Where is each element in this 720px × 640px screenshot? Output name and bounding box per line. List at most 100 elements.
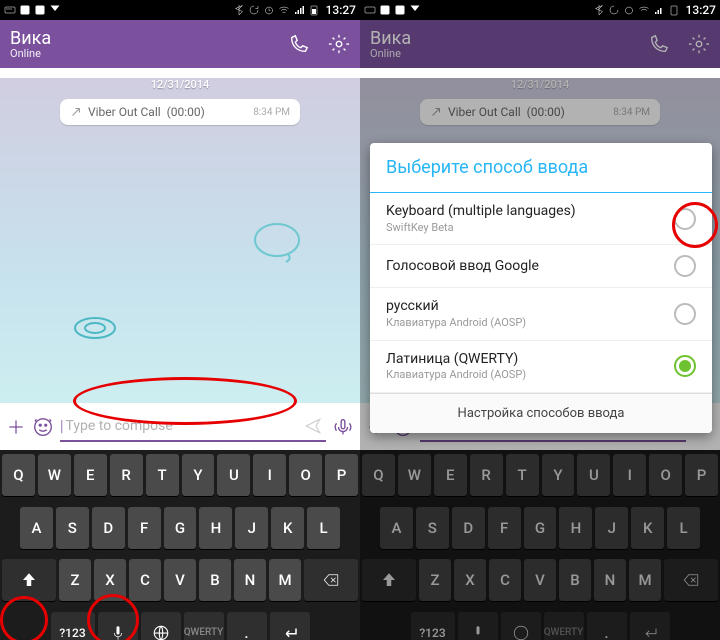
keyboard-indicator-icon <box>364 4 376 16</box>
radio-unselected-icon[interactable] <box>674 208 696 230</box>
key-j[interactable]: J <box>235 507 268 549</box>
soft-keyboard: QWERTYUIOP ASDFGHJKL ZXCVBNM ?123 QWERTY… <box>360 450 720 640</box>
key-w[interactable]: W <box>38 454 71 496</box>
sync-icon <box>248 4 260 16</box>
key-u[interactable]: U <box>217 454 250 496</box>
key-z[interactable]: Z <box>59 559 91 601</box>
date-separator: 12/31/2014 <box>0 78 360 91</box>
key-y: Y <box>542 454 575 496</box>
key-w: W <box>398 454 431 496</box>
input-method-option[interactable]: Латиница (QWERTY)Клавиатура Android (AOS… <box>370 341 712 393</box>
battery-icon <box>668 4 680 16</box>
call-event-label: Viber Out Call <box>88 105 161 119</box>
key-q: Q <box>362 454 395 496</box>
key-k[interactable]: K <box>271 507 304 549</box>
send-icon[interactable] <box>304 417 322 435</box>
radio-unselected-icon[interactable] <box>674 303 696 325</box>
key-a[interactable]: A <box>20 507 53 549</box>
keyboard-indicator-icon <box>4 4 16 16</box>
keyboard-row-3b: ZXCVBNM <box>362 559 718 601</box>
key-j: J <box>595 507 628 549</box>
key-d[interactable]: D <box>92 507 125 549</box>
globe-language-key <box>501 612 541 640</box>
keyboard-row-4: ?123 QWERTY . <box>2 612 358 640</box>
key-l[interactable]: L <box>307 507 340 549</box>
radio-selected-icon[interactable] <box>674 355 696 377</box>
shift-key[interactable] <box>2 559 56 601</box>
input-method-option[interactable]: русскийКлавиатура Android (AOSP) <box>370 288 712 340</box>
key-s[interactable]: S <box>56 507 89 549</box>
alarm-icon <box>623 4 635 16</box>
notification-icon <box>34 4 46 16</box>
battery-icon <box>308 4 320 16</box>
call-icon <box>648 33 670 55</box>
key-b[interactable]: B <box>199 559 231 601</box>
key-u: U <box>577 454 610 496</box>
backspace-key[interactable] <box>304 559 358 601</box>
keyboard-row-3: ZXCVBNM <box>2 559 358 601</box>
period-key[interactable]: . <box>227 612 267 640</box>
dialog-title: Выберите способ ввода <box>370 143 712 193</box>
key-r: R <box>470 454 503 496</box>
chat-area: 12/31/2014 Viber Out Call (00:00) 8:34 P… <box>0 78 360 403</box>
settings-gear-icon[interactable] <box>328 33 350 55</box>
spacebar-key: QWERTY <box>544 612 584 640</box>
settings-gear-icon <box>688 33 710 55</box>
enter-key[interactable] <box>270 612 310 640</box>
key-r[interactable]: R <box>110 454 143 496</box>
key-t[interactable]: T <box>146 454 179 496</box>
symbols-key[interactable]: ?123 <box>51 612 95 640</box>
chat-header: Вика Online <box>360 20 720 68</box>
enter-key <box>630 612 670 640</box>
key-h[interactable]: H <box>199 507 232 549</box>
call-event-bubble[interactable]: Viber Out Call (00:00) 8:34 PM <box>60 99 300 125</box>
key-p[interactable]: P <box>325 454 358 496</box>
keyboard-row-1: QWERTYUIOP <box>2 454 358 496</box>
key-v[interactable]: V <box>164 559 196 601</box>
radio-unselected-icon[interactable] <box>674 255 696 277</box>
key-f[interactable]: F <box>128 507 161 549</box>
clock-time: 13:27 <box>326 3 356 17</box>
add-attachment-icon[interactable] <box>6 417 26 437</box>
key-q[interactable]: Q <box>2 454 35 496</box>
key-b: B <box>559 559 591 601</box>
key-c[interactable]: C <box>129 559 161 601</box>
call-icon[interactable] <box>288 33 310 55</box>
input-method-option[interactable]: Голосовой ввод Google <box>370 245 712 288</box>
key-x[interactable]: X <box>94 559 126 601</box>
key-a: A <box>380 507 413 549</box>
signal-icon <box>653 4 665 16</box>
spacebar-key[interactable]: QWERTY <box>184 612 224 640</box>
wifi-icon <box>638 4 650 16</box>
globe-language-key[interactable] <box>141 612 181 640</box>
key-e[interactable]: E <box>74 454 107 496</box>
input-settings-button[interactable]: Настройка способов ввода <box>370 393 712 433</box>
notification-icon <box>394 4 406 16</box>
compose-input[interactable]: | Type to compose <box>60 412 326 442</box>
key-g[interactable]: G <box>164 507 197 549</box>
mic-key[interactable] <box>98 612 138 640</box>
sticker-icon[interactable] <box>32 416 54 438</box>
key-i[interactable]: I <box>253 454 286 496</box>
period-key: . <box>587 612 627 640</box>
contact-status: Online <box>10 48 51 59</box>
keyboard-row-4b: ?123 QWERTY . <box>362 612 718 640</box>
key-k: K <box>631 507 664 549</box>
signal-icon <box>293 4 305 16</box>
keyboard-row-2: ASDFGHJKL <box>2 507 358 549</box>
key-o: O <box>649 454 682 496</box>
contact-name[interactable]: Вика <box>10 30 51 48</box>
key-m[interactable]: M <box>269 559 301 601</box>
key-i: I <box>613 454 646 496</box>
key-y[interactable]: Y <box>182 454 215 496</box>
voice-message-icon[interactable] <box>332 416 354 438</box>
shift-key <box>362 559 416 601</box>
clock-time: 13:27 <box>686 3 716 17</box>
input-method-option[interactable]: Keyboard (multiple languages)SwiftKey Be… <box>370 193 712 245</box>
chat-header: Вика Online <box>0 20 360 68</box>
key-n[interactable]: N <box>234 559 266 601</box>
key-s: S <box>416 507 449 549</box>
bluetooth-icon <box>233 4 245 16</box>
wifi-icon <box>278 4 290 16</box>
key-o[interactable]: O <box>289 454 322 496</box>
